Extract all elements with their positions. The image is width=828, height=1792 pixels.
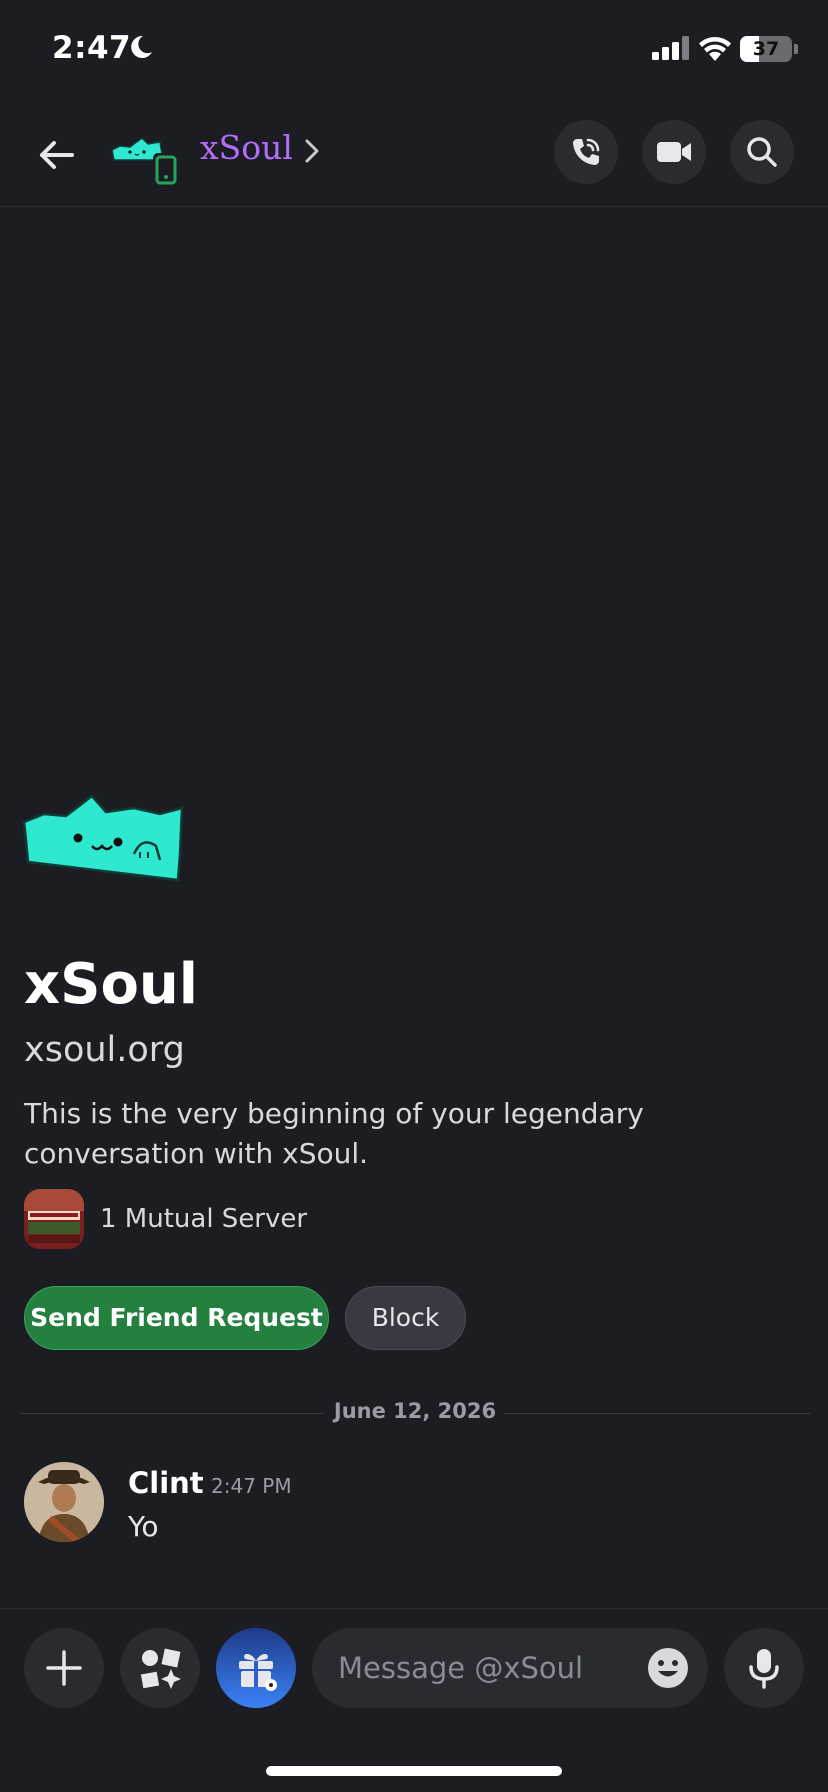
message-input-container[interactable] (312, 1628, 708, 1708)
message-content: Yo (128, 1510, 159, 1543)
signal-icon (652, 36, 689, 60)
video-call-button[interactable] (642, 120, 706, 184)
divider-line-right (504, 1413, 810, 1414)
message-author[interactable]: Clint (128, 1466, 204, 1500)
voice-call-button[interactable] (554, 120, 618, 184)
status-bar: 2:47 37 (0, 0, 828, 100)
profile-avatar[interactable] (22, 784, 186, 884)
home-indicator (266, 1766, 562, 1776)
mutual-server-icon[interactable] (24, 1189, 84, 1249)
message-timestamp: 2:47 PM (211, 1474, 292, 1498)
conversation-start-text: This is the very beginning of your legen… (24, 1097, 644, 1170)
attach-button[interactable] (24, 1628, 104, 1708)
search-button[interactable] (730, 120, 794, 184)
block-button[interactable]: Block (345, 1286, 466, 1350)
battery-percent: 37 (752, 38, 780, 60)
gift-button[interactable] (216, 1628, 296, 1708)
moon-icon (131, 35, 152, 58)
profile-subtitle: xsoul.org (24, 1030, 185, 1070)
wifi-icon (699, 37, 731, 61)
header-username[interactable]: xSoul (200, 128, 293, 167)
send-friend-request-button[interactable]: Send Friend Request (24, 1286, 329, 1350)
mobile-status-icon (153, 153, 179, 187)
chat-header: xSoul (0, 100, 828, 207)
gift-icon (239, 1654, 277, 1691)
phone-call-icon (573, 138, 600, 165)
message-input[interactable] (338, 1628, 638, 1708)
profile-name: xSoul (24, 952, 198, 1017)
mutual-server-label[interactable]: 1 Mutual Server (100, 1204, 307, 1234)
voice-message-button[interactable] (724, 1628, 804, 1708)
emoji-icon[interactable] (646, 1646, 690, 1690)
apps-icon (140, 1648, 181, 1689)
back-arrow-icon[interactable] (32, 130, 82, 180)
message-avatar[interactable] (24, 1462, 104, 1542)
status-time: 2:47 (52, 30, 132, 66)
apps-button[interactable] (120, 1628, 200, 1708)
battery-icon: 37 (740, 36, 792, 62)
search-icon (747, 137, 777, 167)
date-divider: June 12, 2026 (333, 1399, 497, 1423)
microphone-icon (749, 1649, 779, 1689)
chevron-right-icon[interactable] (304, 138, 320, 164)
video-camera-icon (657, 142, 691, 162)
plus-icon (46, 1650, 82, 1686)
divider-line-left (20, 1413, 324, 1414)
